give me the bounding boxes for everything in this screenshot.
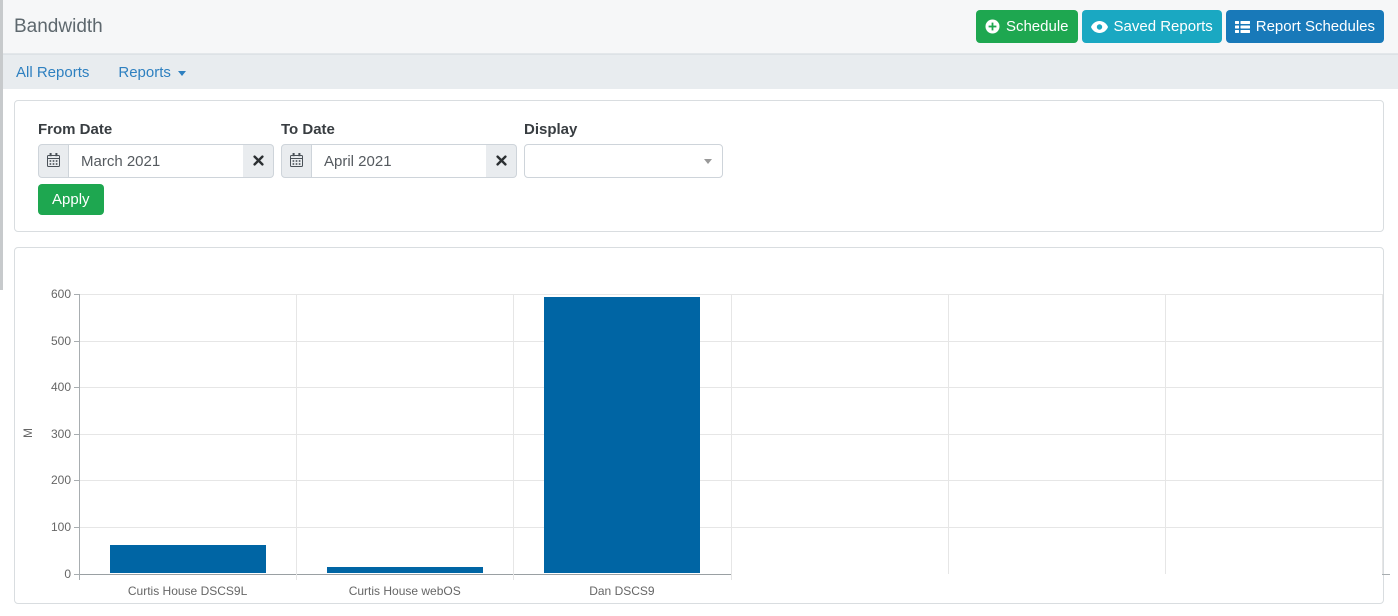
chart-bar[interactable] — [327, 567, 483, 574]
from-date-label: From Date — [38, 121, 274, 138]
to-date-label: To Date — [281, 121, 517, 138]
apply-button[interactable]: Apply — [38, 184, 104, 215]
right-axis-tick — [1382, 574, 1390, 575]
to-date-clear-button[interactable] — [486, 144, 517, 178]
calendar-icon — [290, 153, 303, 170]
header-actions: Schedule Saved Reports Report Schedules — [976, 10, 1384, 43]
report-schedules-button[interactable]: Report Schedules — [1226, 10, 1384, 43]
display-field: Display — [524, 121, 723, 178]
y-tick-label: 200 — [29, 473, 71, 487]
nav-all-reports-label: All Reports — [16, 64, 89, 81]
from-date-input[interactable] — [69, 144, 243, 178]
gridline — [513, 294, 514, 580]
to-date-calendar-button[interactable] — [281, 144, 312, 178]
eye-icon — [1091, 21, 1108, 33]
chart-card: 0 100 200 300 400 500 600 Curtis House DSCS9LCu… — [14, 247, 1384, 604]
plus-circle-icon — [985, 19, 1000, 34]
content-area: From Date — [0, 89, 1398, 604]
from-date-calendar-button[interactable] — [38, 144, 69, 178]
saved-reports-button-label: Saved Reports — [1114, 18, 1213, 35]
x-axis-line — [79, 574, 731, 575]
gridline — [1382, 294, 1383, 574]
gridline — [1165, 294, 1166, 574]
display-select[interactable] — [524, 144, 723, 178]
display-label: Display — [524, 121, 723, 138]
gridline — [296, 294, 297, 580]
gridline — [948, 294, 949, 574]
x-icon — [253, 154, 264, 169]
reports-nav: All Reports Reports — [0, 54, 1398, 89]
x-icon — [496, 154, 507, 169]
nav-reports-label: Reports — [118, 64, 171, 81]
caret-down-icon — [178, 71, 186, 76]
to-date-input-group — [281, 144, 517, 178]
category-label: Curtis House DSCS9L — [79, 584, 296, 598]
y-tick-label: 500 — [29, 334, 71, 348]
y-tick-label: 300 — [29, 427, 71, 441]
page-title: Bandwidth — [14, 16, 103, 38]
chart-bar[interactable] — [544, 297, 700, 573]
y-tick-label: 600 — [29, 287, 71, 301]
page-header: Bandwidth Schedule Saved Reports — [0, 0, 1398, 54]
y-tick-label: 400 — [29, 380, 71, 394]
calendar-icon — [47, 153, 60, 170]
saved-reports-button[interactable]: Saved Reports — [1082, 10, 1222, 43]
chevron-down-icon — [704, 159, 712, 164]
y-axis — [79, 294, 80, 580]
category-label: Dan DSCS9 — [513, 584, 730, 598]
from-date-field: From Date — [38, 121, 274, 178]
filter-row: From Date — [38, 121, 1360, 178]
nav-all-reports-link[interactable]: All Reports — [16, 64, 89, 81]
left-scrollbar-thumb[interactable] — [0, 0, 3, 290]
from-date-clear-button[interactable] — [243, 144, 274, 178]
schedule-button-label: Schedule — [1006, 18, 1069, 35]
list-icon — [1235, 21, 1250, 33]
category-label: Curtis House webOS — [296, 584, 513, 598]
y-tick-label: 100 — [29, 520, 71, 534]
to-date-field: To Date — [281, 121, 517, 178]
report-schedules-button-label: Report Schedules — [1256, 18, 1375, 35]
to-date-input[interactable] — [312, 144, 486, 178]
y-axis-title: M — [21, 428, 35, 438]
bar-chart: 0 100 200 300 400 500 600 Curtis House DSCS9LCu… — [15, 248, 1383, 603]
y-tick-label: 0 — [29, 567, 71, 581]
gridline — [731, 294, 732, 580]
from-date-input-group — [38, 144, 274, 178]
filter-panel: From Date — [14, 100, 1384, 232]
nav-reports-dropdown[interactable]: Reports — [118, 64, 186, 81]
schedule-button[interactable]: Schedule — [976, 10, 1078, 43]
chart-bar[interactable] — [110, 545, 266, 573]
